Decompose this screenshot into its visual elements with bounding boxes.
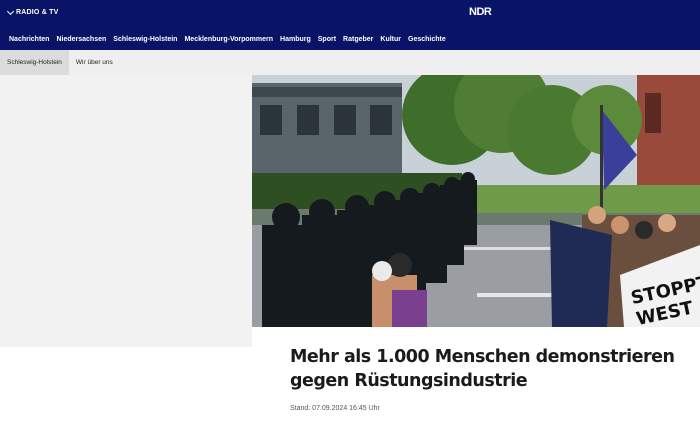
article-photo: STOPPT WEST bbox=[252, 75, 700, 327]
chevron-down-icon bbox=[6, 7, 15, 15]
nav-item-mecklenburg-vorpommern[interactable]: Mecklenburg-Vorpommern bbox=[184, 36, 273, 43]
nav-item-ratgeber[interactable]: Ratgeber bbox=[343, 36, 373, 43]
nav-item-kultur[interactable]: Kultur bbox=[380, 36, 401, 43]
radio-tv-menu[interactable]: RADIO & TV bbox=[6, 7, 59, 16]
radio-tv-label: RADIO & TV bbox=[16, 9, 59, 16]
nav-item-sport[interactable]: Sport bbox=[318, 36, 336, 43]
article-title: Mehr als 1.000 Menschen demonstrieren ge… bbox=[290, 347, 675, 391]
left-panel bbox=[0, 75, 252, 347]
subnav-item-wir-ueber-uns[interactable]: Wir über uns bbox=[69, 50, 120, 75]
headline-box: Mehr als 1.000 Menschen demonstrieren ge… bbox=[252, 327, 700, 422]
nav-item-nachrichten[interactable]: Nachrichten bbox=[9, 36, 49, 43]
main-nav: Nachrichten Niedersachsen Schleswig-Hols… bbox=[0, 28, 700, 50]
nav-item-geschichte[interactable]: Geschichte bbox=[408, 36, 446, 43]
sub-nav: Schleswig-Holstein Wir über uns bbox=[0, 50, 700, 75]
nav-item-niedersachsen[interactable]: Niedersachsen bbox=[56, 36, 106, 43]
article-date: Stand: 07.09.2024 16:45 Uhr bbox=[290, 405, 380, 412]
top-bar: RADIO & TV NDR bbox=[0, 0, 700, 28]
subnav-item-schleswig-holstein[interactable]: Schleswig-Holstein bbox=[0, 50, 69, 75]
nav-item-hamburg[interactable]: Hamburg bbox=[280, 36, 311, 43]
nav-item-schleswig-holstein[interactable]: Schleswig-Holstein bbox=[113, 36, 177, 43]
ndr-logo[interactable]: NDR bbox=[469, 6, 492, 18]
